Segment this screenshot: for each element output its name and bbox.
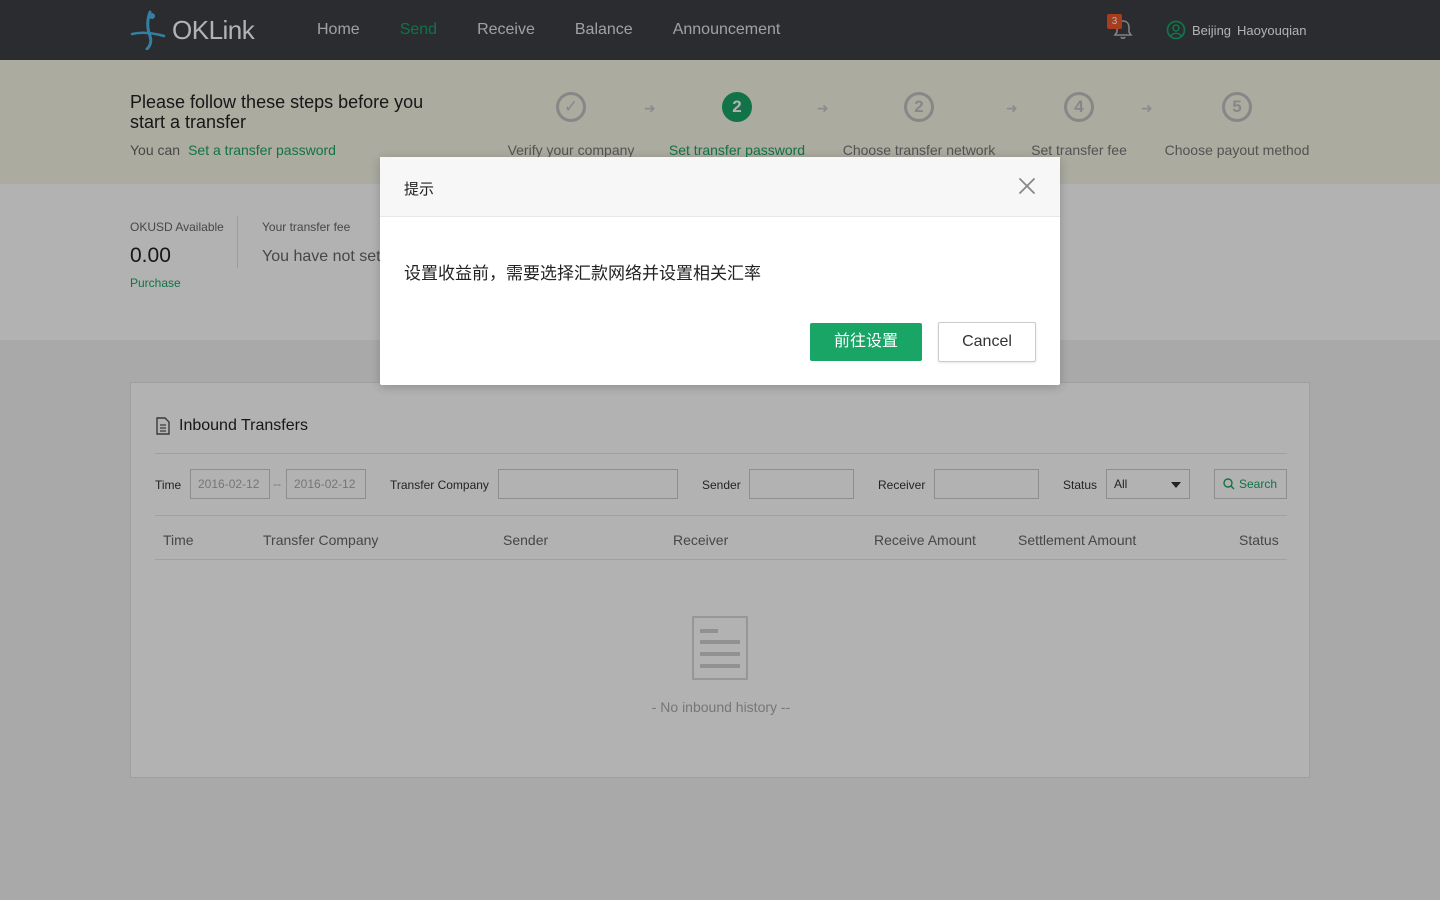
go-to-settings-button[interactable]: 前往设置 xyxy=(810,323,922,361)
dialog-message: 设置收益前，需要选择汇款网络并设置相关汇率 xyxy=(404,264,761,283)
modal-backdrop[interactable] xyxy=(0,0,1440,900)
close-icon[interactable] xyxy=(1018,177,1036,195)
dialog-header: 提示 xyxy=(380,157,1060,217)
dialog-title: 提示 xyxy=(404,181,435,198)
prompt-dialog: 提示 设置收益前，需要选择汇款网络并设置相关汇率 前往设置 Cancel xyxy=(380,157,1060,385)
cancel-button[interactable]: Cancel xyxy=(938,322,1036,362)
